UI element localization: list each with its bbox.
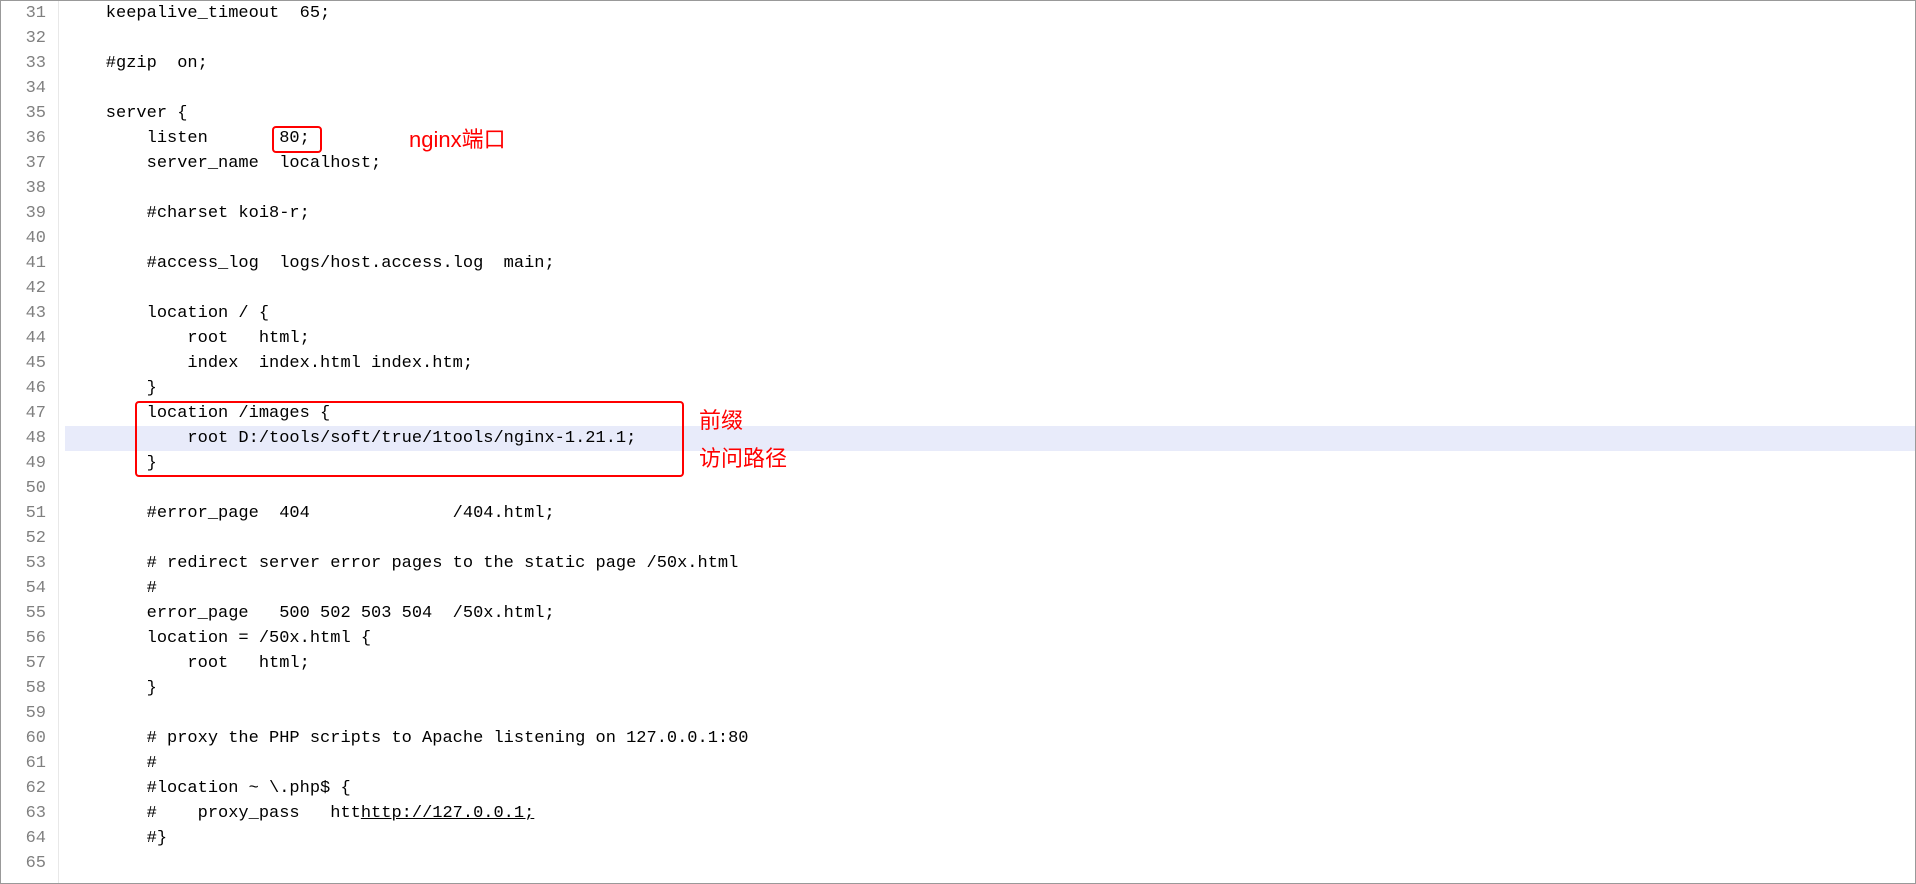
code-line[interactable]: # redirect server error pages to the sta… bbox=[65, 551, 1915, 576]
code-line[interactable]: listen 80; bbox=[65, 126, 1915, 151]
line-number: 54 bbox=[1, 576, 46, 601]
line-number: 62 bbox=[1, 776, 46, 801]
code-line[interactable]: # bbox=[65, 751, 1915, 776]
line-number: 64 bbox=[1, 826, 46, 851]
code-line[interactable]: server { bbox=[65, 101, 1915, 126]
line-number: 47 bbox=[1, 401, 46, 426]
line-number: 51 bbox=[1, 501, 46, 526]
code-line[interactable]: root html; bbox=[65, 651, 1915, 676]
code-line[interactable] bbox=[65, 226, 1915, 251]
line-number: 52 bbox=[1, 526, 46, 551]
line-number: 59 bbox=[1, 701, 46, 726]
line-number: 48 bbox=[1, 426, 46, 451]
line-number: 40 bbox=[1, 226, 46, 251]
line-number: 41 bbox=[1, 251, 46, 276]
code-line[interactable] bbox=[65, 701, 1915, 726]
line-number: 65 bbox=[1, 851, 46, 876]
code-line[interactable]: #error_page 404 /404.html; bbox=[65, 501, 1915, 526]
line-number: 46 bbox=[1, 376, 46, 401]
code-line[interactable]: } bbox=[65, 451, 1915, 476]
line-number: 61 bbox=[1, 751, 46, 776]
code-area[interactable]: keepalive_timeout 65; #gzip on; server {… bbox=[59, 1, 1915, 883]
code-line[interactable]: location /images { bbox=[65, 401, 1915, 426]
code-line[interactable]: root D:/tools/soft/true/1tools/nginx-1.2… bbox=[65, 426, 1915, 451]
line-number: 32 bbox=[1, 26, 46, 51]
line-number: 43 bbox=[1, 301, 46, 326]
line-number: 45 bbox=[1, 351, 46, 376]
code-line[interactable]: # bbox=[65, 576, 1915, 601]
code-line[interactable]: server_name localhost; bbox=[65, 151, 1915, 176]
code-line[interactable]: # proxy_pass htthttp://127.0.0.1; bbox=[65, 801, 1915, 826]
line-number: 34 bbox=[1, 76, 46, 101]
line-number: 42 bbox=[1, 276, 46, 301]
line-number: 58 bbox=[1, 676, 46, 701]
code-line[interactable]: location = /50x.html { bbox=[65, 626, 1915, 651]
line-number: 37 bbox=[1, 151, 46, 176]
line-number: 55 bbox=[1, 601, 46, 626]
line-number: 57 bbox=[1, 651, 46, 676]
code-line[interactable]: #location ~ \.php$ { bbox=[65, 776, 1915, 801]
code-line[interactable]: } bbox=[65, 376, 1915, 401]
line-number-gutter: 3132333435363738394041424344454647484950… bbox=[1, 1, 59, 883]
line-number: 38 bbox=[1, 176, 46, 201]
line-number: 33 bbox=[1, 51, 46, 76]
code-line[interactable]: root html; bbox=[65, 326, 1915, 351]
line-number: 49 bbox=[1, 451, 46, 476]
line-number: 63 bbox=[1, 801, 46, 826]
code-line[interactable] bbox=[65, 26, 1915, 51]
code-line[interactable] bbox=[65, 76, 1915, 101]
code-line[interactable] bbox=[65, 476, 1915, 501]
code-line[interactable]: # proxy the PHP scripts to Apache listen… bbox=[65, 726, 1915, 751]
code-line[interactable]: location / { bbox=[65, 301, 1915, 326]
code-line[interactable]: } bbox=[65, 676, 1915, 701]
line-number: 56 bbox=[1, 626, 46, 651]
code-line[interactable] bbox=[65, 276, 1915, 301]
line-number: 36 bbox=[1, 126, 46, 151]
line-number: 53 bbox=[1, 551, 46, 576]
line-number: 35 bbox=[1, 101, 46, 126]
code-line[interactable]: keepalive_timeout 65; bbox=[65, 1, 1915, 26]
code-editor[interactable]: 3132333435363738394041424344454647484950… bbox=[1, 1, 1915, 883]
line-number: 50 bbox=[1, 476, 46, 501]
line-number: 44 bbox=[1, 326, 46, 351]
line-number: 60 bbox=[1, 726, 46, 751]
code-line[interactable]: #access_log logs/host.access.log main; bbox=[65, 251, 1915, 276]
url-text: http://127.0.0.1; bbox=[361, 804, 534, 823]
code-line[interactable]: index index.html index.htm; bbox=[65, 351, 1915, 376]
code-line[interactable] bbox=[65, 526, 1915, 551]
code-line[interactable]: #gzip on; bbox=[65, 51, 1915, 76]
code-line[interactable]: error_page 500 502 503 504 /50x.html; bbox=[65, 601, 1915, 626]
code-line[interactable] bbox=[65, 851, 1915, 876]
code-line[interactable]: #charset koi8-r; bbox=[65, 201, 1915, 226]
line-number: 31 bbox=[1, 1, 46, 26]
line-number: 39 bbox=[1, 201, 46, 226]
code-line[interactable] bbox=[65, 176, 1915, 201]
code-line[interactable]: #} bbox=[65, 826, 1915, 851]
